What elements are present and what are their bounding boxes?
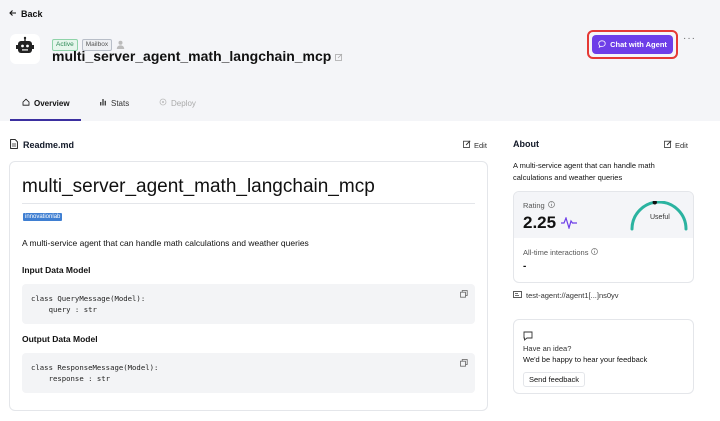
more-options-button[interactable]: ··· xyxy=(683,33,696,44)
output-code-block: class ResponseMessage(Model): response :… xyxy=(22,353,475,393)
readme-title: multi_server_agent_math_langchain_mcp xyxy=(22,176,375,197)
about-edit-label: Edit xyxy=(675,140,688,150)
about-header: About xyxy=(513,139,539,149)
back-label: Back xyxy=(21,9,43,19)
interactions-value: - xyxy=(523,261,527,272)
tag-badge[interactable]: innovationlab xyxy=(23,213,63,221)
edit-name-icon[interactable] xyxy=(335,48,343,64)
divider xyxy=(22,203,475,204)
tab-overview[interactable]: Overview xyxy=(22,98,70,108)
copy-icon[interactable] xyxy=(460,290,468,300)
input-model-heading: Input Data Model xyxy=(22,265,91,275)
interactions-label-text: All-time interactions xyxy=(523,248,589,257)
arrow-left-icon xyxy=(9,9,17,19)
address-card-icon xyxy=(513,291,522,300)
agent-address[interactable]: test-agent://agent1[...]ns0yv xyxy=(513,291,619,300)
pencil-icon xyxy=(664,140,672,150)
pencil-icon xyxy=(463,140,471,150)
gauge-label: Useful xyxy=(650,214,670,221)
deploy-icon xyxy=(159,98,167,108)
agent-name: multi_server_agent_math_langchain_mcp xyxy=(52,48,343,64)
bar-chart-icon xyxy=(99,98,107,108)
readme-description: A multi-service agent that can handle ma… xyxy=(22,238,309,248)
document-icon xyxy=(10,139,18,151)
chat-button-label: Chat with Agent xyxy=(610,40,667,49)
readme-edit-label: Edit xyxy=(474,140,487,150)
readme-header: Readme.md xyxy=(10,139,74,151)
tab-deploy[interactable]: Deploy xyxy=(159,98,196,108)
agent-address-text: test-agent://agent1[...]ns0yv xyxy=(526,291,619,300)
feedback-subtitle: We'd be happy to hear your feedback xyxy=(523,355,648,364)
back-link[interactable]: Back xyxy=(9,9,43,19)
feedback-title: Have an idea? xyxy=(523,344,572,353)
rating-value: 2.25 xyxy=(523,213,557,232)
tab-deploy-label: Deploy xyxy=(171,98,196,108)
send-feedback-button[interactable]: Send feedback xyxy=(523,372,586,387)
interactions-label: All-time interactions xyxy=(523,248,599,257)
stats-card: Rating 2.25 Useful All-time interactions… xyxy=(513,191,694,283)
readme-header-label: Readme.md xyxy=(23,140,75,150)
tab-stats[interactable]: Stats xyxy=(99,98,129,108)
active-tab-indicator xyxy=(10,119,81,121)
tab-overview-label: Overview xyxy=(34,98,70,108)
info-icon[interactable] xyxy=(547,201,555,210)
tab-stats-label: Stats xyxy=(111,98,130,108)
chat-bubble-icon xyxy=(598,39,606,50)
input-code-block: class QueryMessage(Model): query : str xyxy=(22,284,475,324)
rating-label-text: Rating xyxy=(523,201,545,210)
robot-icon xyxy=(14,36,36,63)
copy-icon[interactable] xyxy=(460,359,468,369)
agent-name-text: multi_server_agent_math_langchain_mcp xyxy=(52,48,332,64)
chat-with-agent-button[interactable]: Chat with Agent xyxy=(592,35,673,54)
output-model-heading: Output Data Model xyxy=(22,334,98,344)
rating-label: Rating xyxy=(523,201,555,210)
agent-avatar xyxy=(10,34,40,64)
activity-icon xyxy=(561,216,577,234)
info-icon[interactable] xyxy=(591,248,599,257)
about-edit-button[interactable]: Edit xyxy=(664,140,688,150)
about-description: A multi-service agent that can handle ma… xyxy=(513,161,655,182)
home-icon xyxy=(22,98,30,108)
feedback-card: Have an idea? We'd be happy to hear your… xyxy=(513,319,694,394)
readme-edit-button[interactable]: Edit xyxy=(463,140,487,150)
